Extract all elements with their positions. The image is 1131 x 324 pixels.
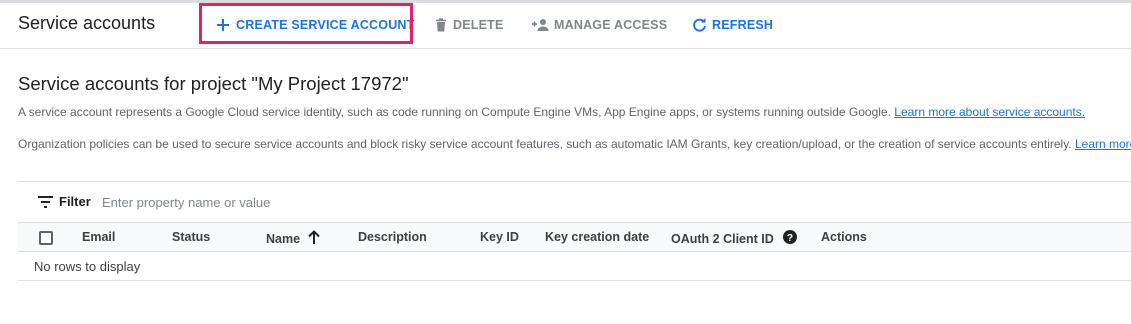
organization-policies-description: Organization policies can be used to sec… [18,137,1131,151]
organization-policies-description-text: Organization policies can be used to sec… [18,137,1072,151]
service-account-description-text: A service account represents a Google Cl… [18,105,891,119]
column-name-label: Name [266,231,301,246]
table-header: Email Status Name Description Key ID Key… [18,222,1131,252]
empty-table-row: No rows to display [18,252,1131,281]
service-account-description: A service account represents a Google Cl… [18,105,1085,119]
column-key-creation-date-label: Key creation date [545,230,650,244]
delete-icon [435,18,447,32]
filter-bar: Filter [18,182,1131,222]
page-title: Service accounts [18,13,156,33]
column-description-label: Description [358,230,427,244]
refresh-button[interactable]: REFRESH [692,15,773,35]
delete-label: DELETE [453,18,504,32]
manage-access-label: MANAGE ACCESS [554,18,668,32]
column-header-status[interactable]: Status [172,230,210,244]
learn-more-service-accounts-link[interactable]: Learn more about service accounts. [894,105,1085,119]
manage-access-button[interactable]: MANAGE ACCESS [532,15,667,35]
column-oauth-client-id-label: OAuth 2 Client ID [671,231,774,246]
delete-button[interactable]: DELETE [435,15,504,35]
column-header-actions: Actions [821,230,867,244]
section-title: Service accounts for project "My Project… [18,73,409,94]
filter-input[interactable] [102,192,502,212]
column-header-name[interactable]: Name [266,230,320,247]
column-header-description[interactable]: Description [358,230,427,244]
filter-label: Filter [59,194,91,209]
refresh-label: REFRESH [712,18,774,32]
arrow-upward-icon [308,230,320,247]
column-status-label: Status [172,230,211,244]
refresh-icon [692,17,707,33]
empty-table-message: No rows to display [34,259,141,274]
column-actions-label: Actions [821,230,867,244]
column-key-id-label: Key ID [480,230,519,244]
person-add-icon [532,18,550,32]
filter-list-icon[interactable] [38,195,53,213]
learn-more-organization-policies-link[interactable]: Learn more [1075,137,1131,151]
column-header-email[interactable]: Email [82,230,115,244]
column-header-key-id[interactable]: Key ID [480,230,519,244]
page-header: Service accounts CREATE SERVICE ACCOUNT … [0,3,1131,49]
column-header-oauth-client-id[interactable]: OAuth 2 Client ID ? [671,230,797,247]
column-header-key-creation-date[interactable]: Key creation date [545,230,649,244]
create-button-highlight-box [199,3,413,44]
column-email-label: Email [82,230,116,244]
select-all-checkbox[interactable] [39,231,53,245]
svg-text:?: ? [787,232,793,244]
help-icon[interactable]: ? [782,230,797,247]
